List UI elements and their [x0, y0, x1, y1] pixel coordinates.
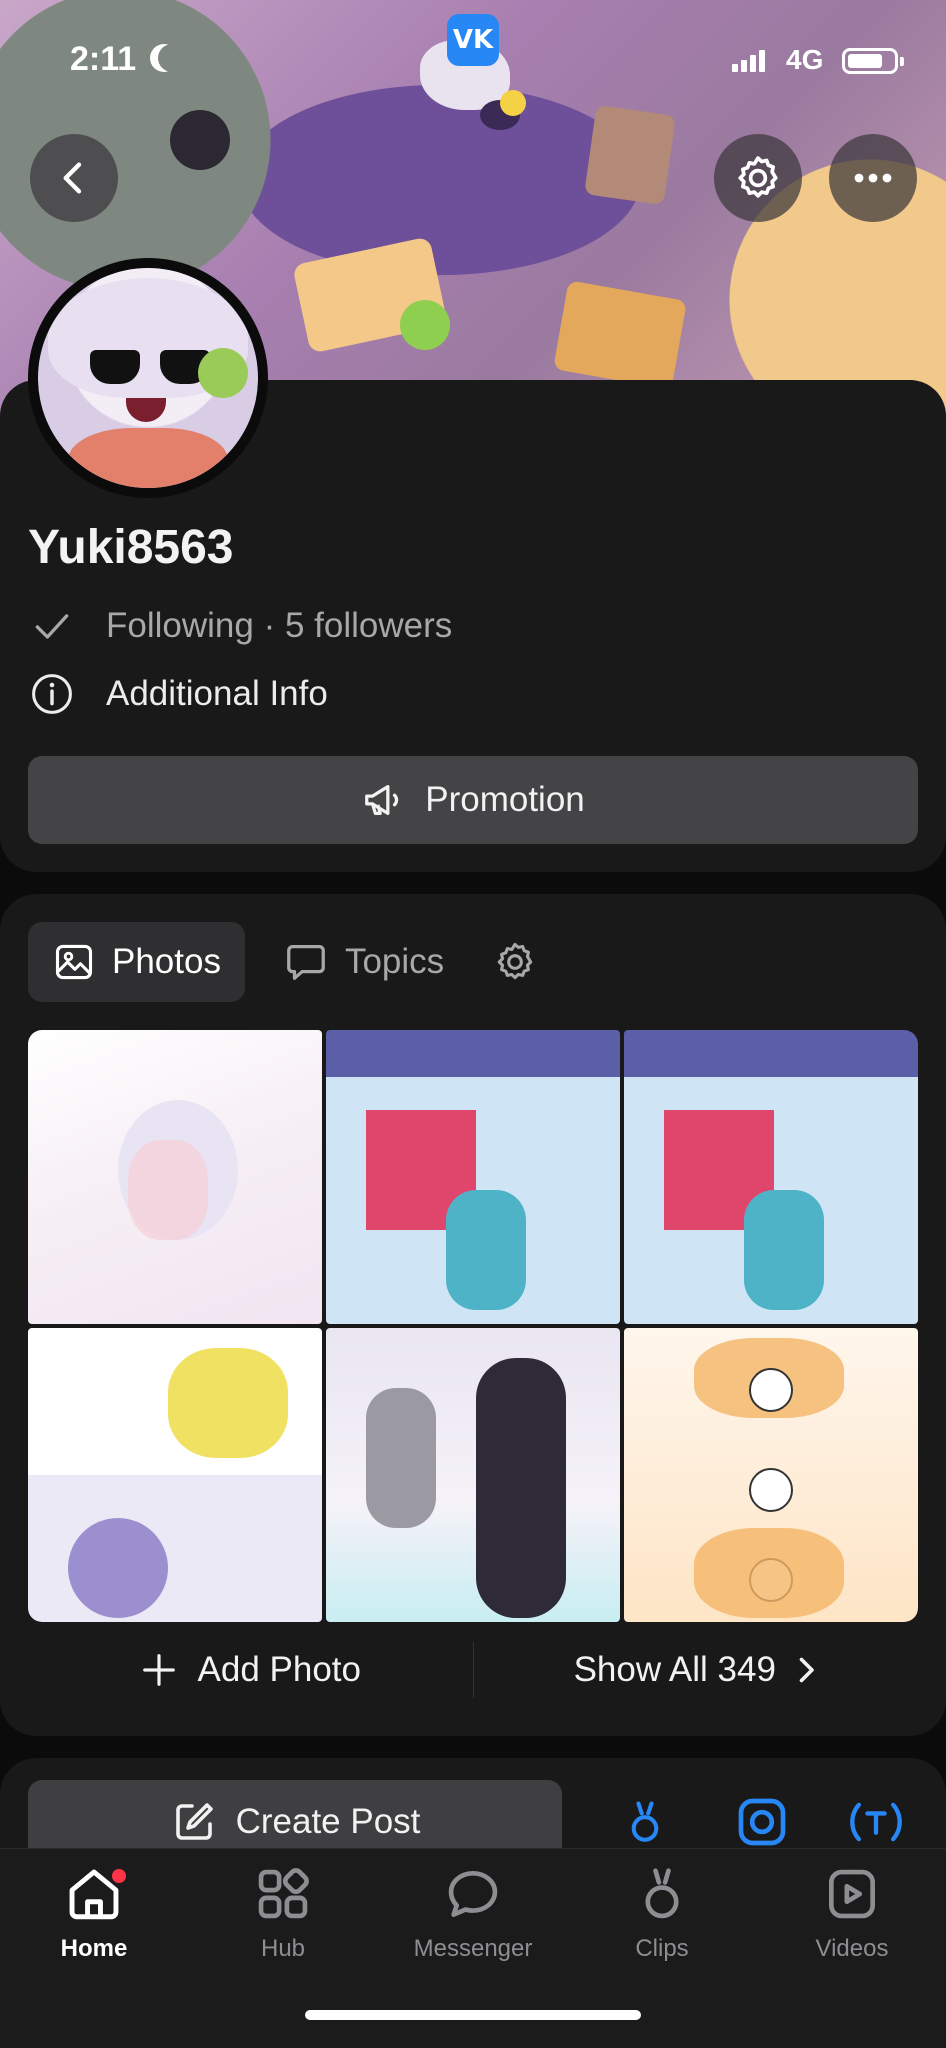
avatar[interactable]: [28, 258, 268, 498]
photo-thumbnail[interactable]: [624, 1328, 918, 1622]
notification-badge: [112, 1869, 126, 1883]
clip-post-button[interactable]: [615, 1792, 675, 1852]
image-icon: [55, 944, 93, 980]
ellipsis-icon: [854, 173, 892, 183]
show-all-label: Show All 349: [573, 1650, 776, 1689]
story-post-button[interactable]: [732, 1792, 792, 1852]
clips-icon: [645, 1868, 679, 1919]
tab-topics[interactable]: Topics: [259, 922, 468, 1002]
tab-home-label: Home: [60, 1935, 128, 1962]
camera-square-icon: [738, 1798, 786, 1846]
chevron-right-icon: [799, 1657, 814, 1683]
photo-thumbnail[interactable]: [28, 1328, 322, 1622]
edit-icon: [175, 1803, 213, 1840]
checkmark-icon: [28, 602, 76, 650]
tab-topics-label: Topics: [344, 942, 445, 981]
photo-thumbnail[interactable]: [326, 1030, 620, 1324]
plus-icon: [142, 1654, 175, 1686]
photo-thumbnail[interactable]: [624, 1030, 918, 1324]
tab-messenger[interactable]: Messenger: [383, 1863, 563, 1963]
home-indicator: [305, 2010, 641, 2020]
megaphone-icon: [365, 784, 399, 816]
tab-hub-label: Hub: [260, 1935, 306, 1962]
profile-name: Yuki8563: [28, 521, 234, 574]
following-status: Following · 5 followers: [106, 606, 453, 645]
battery-icon: [842, 48, 904, 74]
tabs-settings-button[interactable]: [482, 922, 548, 1002]
more-options-button[interactable]: [829, 134, 917, 222]
additional-info-row[interactable]: Additional Info: [28, 670, 328, 718]
tab-videos-label: Videos: [815, 1935, 889, 1962]
tab-photos-label: Photos: [112, 942, 221, 981]
tab-photos[interactable]: Photos: [28, 922, 245, 1002]
gear-icon: [497, 942, 533, 980]
tab-messenger-label: Messenger: [413, 1935, 533, 1962]
video-icon: [829, 1869, 875, 1919]
clips-icon: [631, 1801, 659, 1842]
status-time: 2:11: [70, 40, 137, 78]
info-icon: [28, 670, 76, 718]
following-row[interactable]: Following · 5 followers: [28, 602, 452, 650]
photo-grid: [28, 1030, 918, 1622]
message-bubble-icon: [448, 1871, 498, 1917]
chat-bubble-icon: [287, 945, 325, 980]
additional-info-label: Additional Info: [106, 674, 328, 713]
chevron-left-icon: [63, 162, 82, 194]
settings-button[interactable]: [714, 134, 802, 222]
back-button[interactable]: [30, 134, 118, 222]
tab-home[interactable]: Home: [4, 1863, 184, 1963]
tab-videos[interactable]: Videos: [762, 1863, 942, 1963]
add-photo-label: Add Photo: [197, 1650, 361, 1689]
tab-clips-label: Clips: [635, 1935, 689, 1962]
promotion-button[interactable]: Promotion: [28, 756, 918, 844]
show-all-photos-button[interactable]: Show All 349: [474, 1650, 919, 1690]
add-photo-button[interactable]: Add Photo: [28, 1650, 473, 1690]
moon-icon: [158, 44, 186, 72]
gear-icon: [738, 156, 778, 198]
network-type: 4G: [786, 44, 824, 75]
signal-icon: [732, 50, 766, 72]
photo-thumbnail[interactable]: [326, 1328, 620, 1622]
status-bar: 2:11 VK 4G: [0, 0, 946, 120]
vk-icon: VK: [447, 14, 499, 66]
promotion-label: Promotion: [425, 780, 585, 819]
photo-thumbnail[interactable]: [28, 1030, 322, 1324]
photos-actions: Add Photo Show All 349: [28, 1630, 918, 1710]
content-tabs: Photos Topics: [28, 922, 548, 1002]
grid-icon: [258, 1868, 309, 1919]
tab-clips[interactable]: Clips: [572, 1863, 752, 1963]
broadcast-icon: [850, 1802, 902, 1842]
live-stream-button[interactable]: [846, 1792, 906, 1852]
create-post-label: Create Post: [235, 1802, 421, 1841]
tab-hub[interactable]: Hub: [193, 1863, 373, 1963]
photos-card: Photos Topics Add Photo Show All 349: [0, 894, 946, 1736]
